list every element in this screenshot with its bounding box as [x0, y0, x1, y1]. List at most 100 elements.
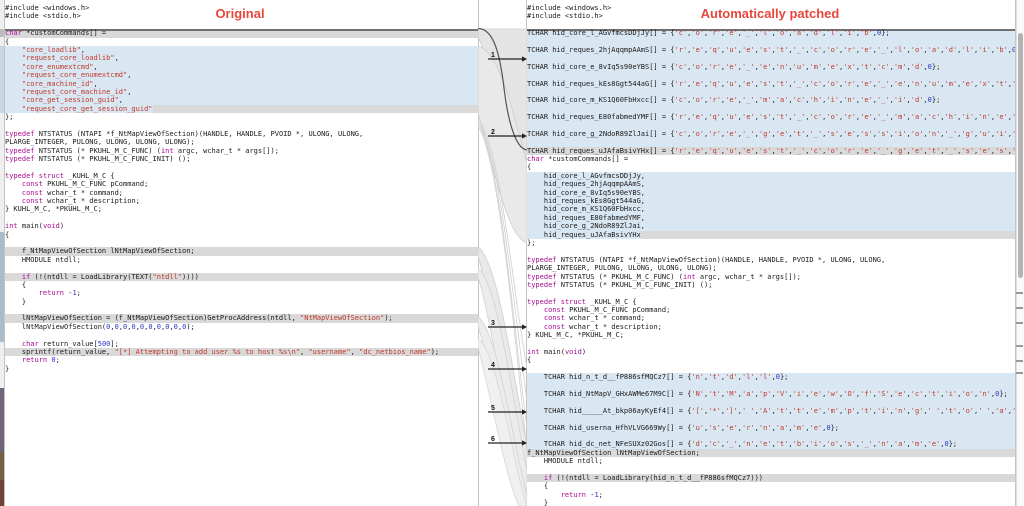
code-line: typedef NTSTATUS (NTAPI *f_NtMapViewOfSe… — [527, 256, 1015, 264]
code-line: TCHAR hid_____At_bkp06ayKyEf4[] = {'[','… — [527, 407, 1015, 415]
code-line — [5, 21, 478, 29]
scrollbar-thumb[interactable] — [1018, 33, 1023, 278]
code-line: "request_core_enumextcmd", — [5, 71, 478, 79]
code-line: PLARGE_INTEGER, PULONG, ULONG, ULONG, UL… — [527, 264, 1015, 272]
code-line: const wchar_t * command; — [527, 314, 1015, 322]
scrollbar-change-tick — [1016, 292, 1023, 294]
code-line — [5, 163, 478, 171]
code-line: const wchar_t * description; — [527, 323, 1015, 331]
code-line: char return_value[500]; — [5, 340, 478, 348]
code-line: } — [527, 499, 1015, 506]
code-line: "core_machine_id", — [5, 80, 478, 88]
code-line — [527, 88, 1015, 96]
marker-arrow-icon — [522, 324, 527, 329]
code-line — [527, 247, 1015, 255]
code-line: typedef NTSTATUS (* PKUHL_M_C_FUNC) (int… — [5, 147, 478, 155]
code-line: TCHAR hid_userna_HfhVLVG669Wy[] = {'u','… — [527, 424, 1015, 432]
original-header: Original — [100, 6, 380, 21]
code-line — [527, 432, 1015, 440]
code-line: typedef NTSTATUS (* PKUHL_M_C_FUNC_INIT)… — [527, 281, 1015, 289]
code-line: TCHAR hid_reques_E80fabmedYMF[] = {'r','… — [527, 113, 1015, 121]
code-line — [5, 331, 478, 339]
code-line: hid_core_g_2NdoR89ZlJai, — [527, 222, 1015, 230]
code-line — [5, 306, 478, 314]
code-line: hid_reques_2hjAqqmpAAmS, — [527, 180, 1015, 188]
code-line: "request_core_loadlib", — [5, 54, 478, 62]
code-line: TCHAR hid_reques_uJAfaBsivYHx[] = {'r','… — [527, 147, 1015, 155]
marker-number: 3 — [491, 320, 495, 327]
code-line: hid_reques_E80fabmedYMF, — [527, 214, 1015, 222]
code-line: hid_reques_uJAfaBsivYHx — [527, 231, 1015, 239]
code-line — [527, 415, 1015, 423]
code-line: hid_reques_kEs8Ggt544aG, — [527, 197, 1015, 205]
code-line — [527, 340, 1015, 348]
code-line: "core_get_session_guid", — [5, 96, 478, 104]
code-line — [527, 289, 1015, 297]
code-line: typedef NTSTATUS (* PKUHL_M_C_FUNC_INIT)… — [5, 155, 478, 163]
code-line: typedef struct _KUHL_M_C { — [5, 172, 478, 180]
marker-arrow-icon — [522, 366, 527, 371]
code-line — [5, 239, 478, 247]
code-line: { — [527, 163, 1015, 171]
diff-connector-graphic: 1 2 3 4 5 6 — [478, 0, 527, 506]
marker-number: 5 — [491, 405, 495, 412]
code-line — [527, 382, 1015, 390]
code-line: TCHAR hid_reques_kEs8Ggt544aG[] = {'r','… — [527, 80, 1015, 88]
code-line: return -1; — [5, 289, 478, 297]
code-line: int main(void) — [5, 222, 478, 230]
patched-code-pane[interactable]: #include <windows.h>#include <stdio.h>TC… — [527, 0, 1015, 506]
code-line: if (!(ntdll = LoadLibrary(TEXT("ntdll"))… — [5, 273, 478, 281]
marker-number: 1 — [491, 52, 495, 59]
marker-number: 4 — [491, 362, 495, 369]
code-line — [5, 121, 478, 129]
code-line — [527, 54, 1015, 62]
scrollbar[interactable] — [1016, 0, 1024, 506]
original-code-pane[interactable]: #include <windows.h>#include <stdio.h>ch… — [5, 0, 478, 506]
code-line: char *customCommands[] = — [5, 29, 478, 37]
code-line — [527, 465, 1015, 473]
marker-number: 2 — [491, 129, 495, 136]
marker-number: 6 — [491, 436, 495, 443]
code-line: "request_core_get_session_guid" — [5, 105, 478, 113]
code-line: TCHAR hid_reques_2hjAqqmpAAmS[] = {'r','… — [527, 46, 1015, 54]
code-line: const PKUHL_M_C_FUNC pCommand; — [527, 306, 1015, 314]
code-line — [527, 121, 1015, 129]
scrollbar-change-tick — [1016, 345, 1023, 347]
code-line: { — [5, 231, 478, 239]
code-line: typedef NTSTATUS (* PKUHL_M_C_FUNC) (int… — [527, 273, 1015, 281]
code-line — [527, 38, 1015, 46]
code-line: sprintf(return_value, "[*] Attempting to… — [5, 348, 478, 356]
code-line: } KUHL_M_C, *PKUHL_M_C; — [5, 205, 478, 213]
code-line: { — [527, 482, 1015, 490]
code-line — [527, 398, 1015, 406]
code-line: } KUHL_M_C, *PKUHL_M_C; — [527, 331, 1015, 339]
code-line: const wchar_t * description; — [5, 197, 478, 205]
code-line: return 0; — [5, 356, 478, 364]
code-line: f_NtMapViewOfSection lNtMapViewOfSection… — [527, 449, 1015, 457]
pane-border — [4, 0, 5, 506]
code-line — [527, 138, 1015, 146]
code-line: } — [5, 365, 478, 373]
code-line: const PKUHL_M_C_FUNC pCommand; — [5, 180, 478, 188]
code-line: f_NtMapViewOfSection lNtMapViewOfSection… — [5, 247, 478, 255]
code-line: TCHAR hid_core_g_2NdoR89ZlJai[] = {'c','… — [527, 130, 1015, 138]
code-line — [5, 264, 478, 272]
code-line: const wchar_t * command; — [5, 189, 478, 197]
code-line: if (!(ntdll = LoadLibrary(hid_n_t_d__fP8… — [527, 474, 1015, 482]
scrollbar-change-tick — [1016, 360, 1023, 362]
scrollbar-change-tick — [1016, 322, 1023, 324]
code-line: TCHAR hid_core_m_KS1Q60FbHxcc[] = {'c','… — [527, 96, 1015, 104]
patched-header: Automatically patched — [630, 6, 910, 21]
code-line: TCHAR hid_core_e_8vIq5s90eYBS[] = {'c','… — [527, 63, 1015, 71]
code-line: int main(void) — [527, 348, 1015, 356]
code-line: HMODULE ntdll; — [527, 457, 1015, 465]
code-line: "core_enumextcmd", — [5, 63, 478, 71]
code-line: char *customCommands[] = — [527, 155, 1015, 163]
code-line — [527, 105, 1015, 113]
code-line — [527, 365, 1015, 373]
code-line: }; — [5, 113, 478, 121]
code-line: typedef NTSTATUS (NTAPI *f_NtMapViewOfSe… — [5, 130, 478, 138]
code-line: return -1; — [527, 491, 1015, 499]
code-line: TCHAR hid_core_l_AGvfmcsDDjJy[] = {'c','… — [527, 29, 1015, 37]
code-line — [5, 214, 478, 222]
